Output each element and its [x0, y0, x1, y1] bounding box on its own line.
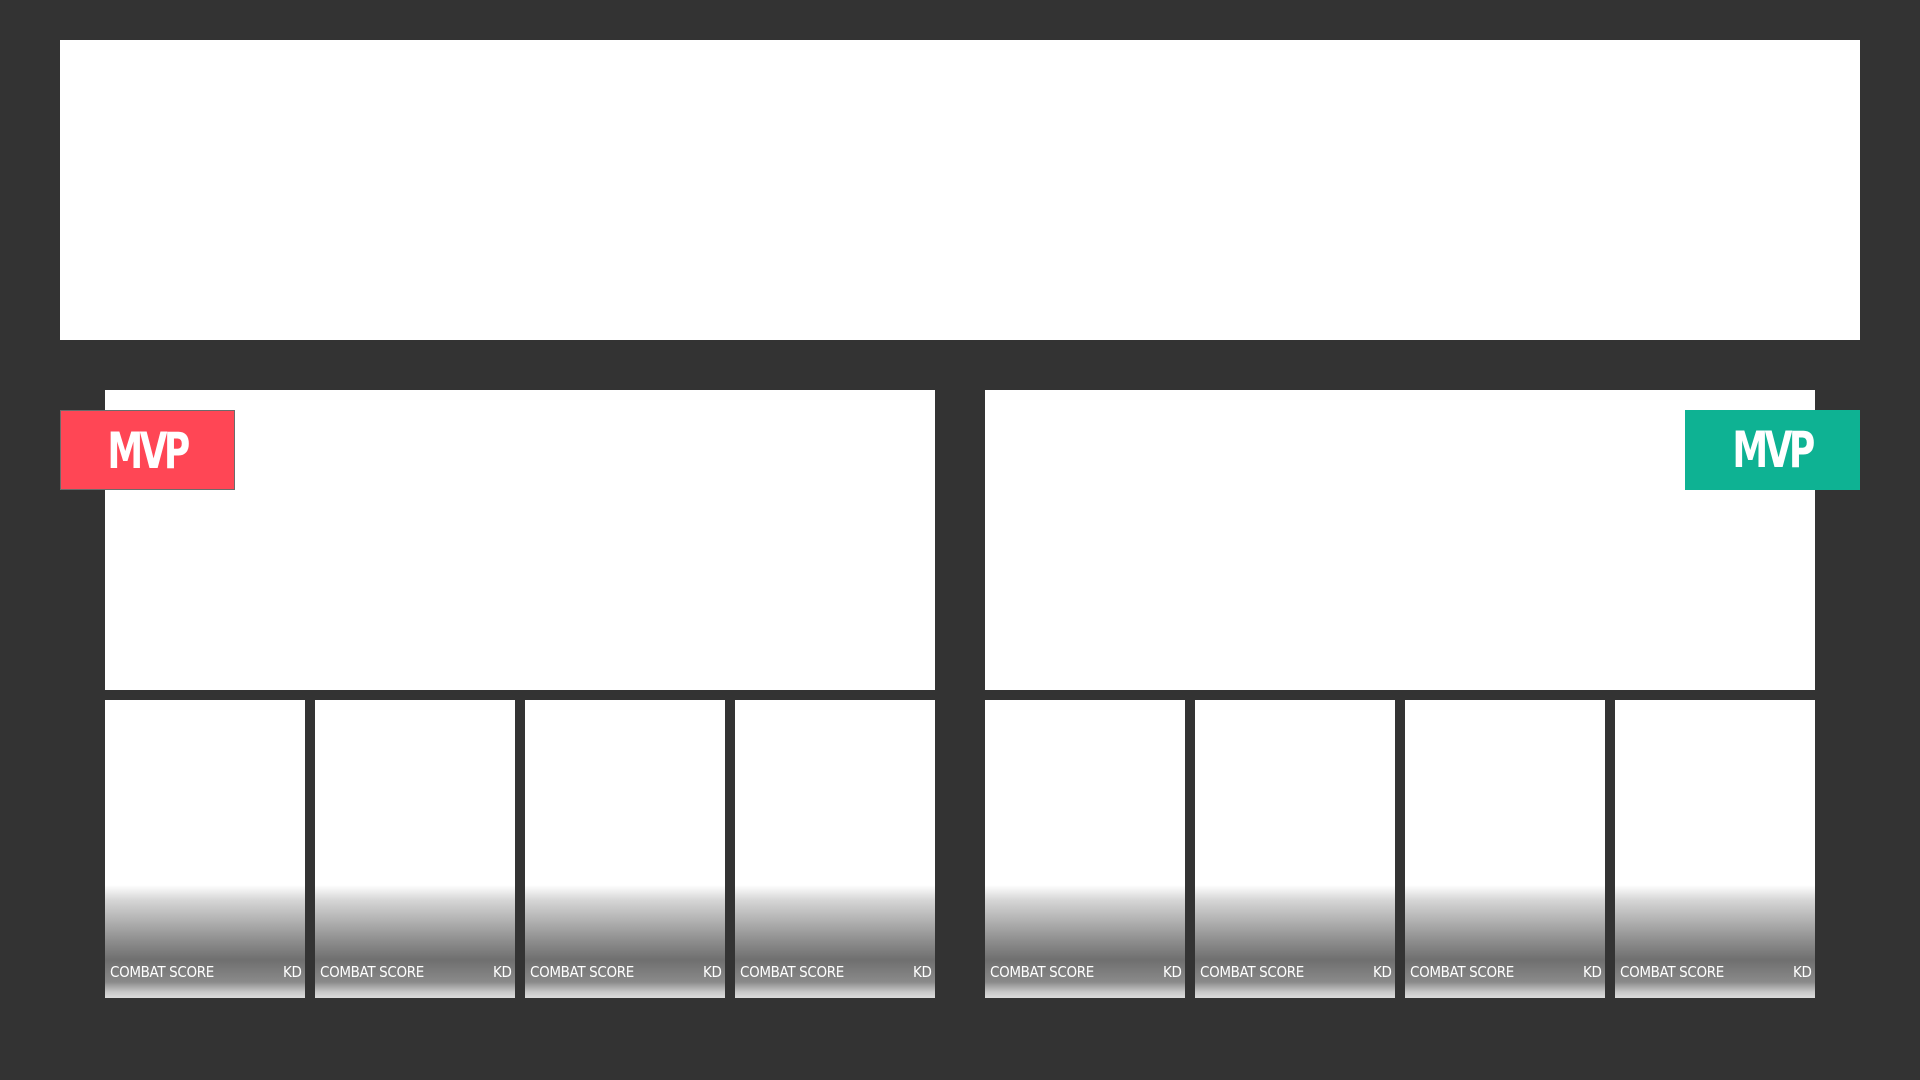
player-card: COMBAT SCORE KD	[985, 700, 1185, 998]
team-left-player-row: COMBAT SCORE KD COMBAT SCORE KD COMBAT S…	[105, 700, 935, 1000]
team-left-mvp-label: MVP	[107, 422, 191, 480]
kd-label: KD	[703, 963, 722, 981]
team-left-mvp-badge: MVP	[60, 410, 235, 490]
player-card: COMBAT SCORE KD	[315, 700, 515, 998]
player-card: COMBAT SCORE KD	[1405, 700, 1605, 998]
combat-score-label: COMBAT SCORE	[1620, 963, 1724, 981]
player-card: COMBAT SCORE KD	[1195, 700, 1395, 998]
kd-label: KD	[1163, 963, 1182, 981]
kd-label: KD	[493, 963, 512, 981]
top-banner-panel	[60, 40, 1860, 340]
kd-label: KD	[283, 963, 302, 981]
kd-label: KD	[1373, 963, 1392, 981]
scoreboard-overlay: MVP MVP COMBAT SCORE KD COMBAT SCORE KD …	[0, 0, 1920, 1080]
team-right-mvp-label: MVP	[1732, 421, 1816, 479]
team-right-mvp-badge: MVP	[1685, 410, 1860, 490]
combat-score-label: COMBAT SCORE	[1410, 963, 1514, 981]
player-card: COMBAT SCORE KD	[525, 700, 725, 998]
combat-score-label: COMBAT SCORE	[530, 963, 634, 981]
player-card: COMBAT SCORE KD	[735, 700, 935, 998]
combat-score-label: COMBAT SCORE	[740, 963, 844, 981]
kd-label: KD	[1583, 963, 1602, 981]
player-card: COMBAT SCORE KD	[105, 700, 305, 998]
kd-label: KD	[1793, 963, 1812, 981]
combat-score-label: COMBAT SCORE	[1200, 963, 1304, 981]
player-card: COMBAT SCORE KD	[1615, 700, 1815, 998]
team-right-player-row: COMBAT SCORE KD COMBAT SCORE KD COMBAT S…	[985, 700, 1815, 1000]
combat-score-label: COMBAT SCORE	[320, 963, 424, 981]
kd-label: KD	[913, 963, 932, 981]
combat-score-label: COMBAT SCORE	[990, 963, 1094, 981]
combat-score-label: COMBAT SCORE	[110, 963, 214, 981]
